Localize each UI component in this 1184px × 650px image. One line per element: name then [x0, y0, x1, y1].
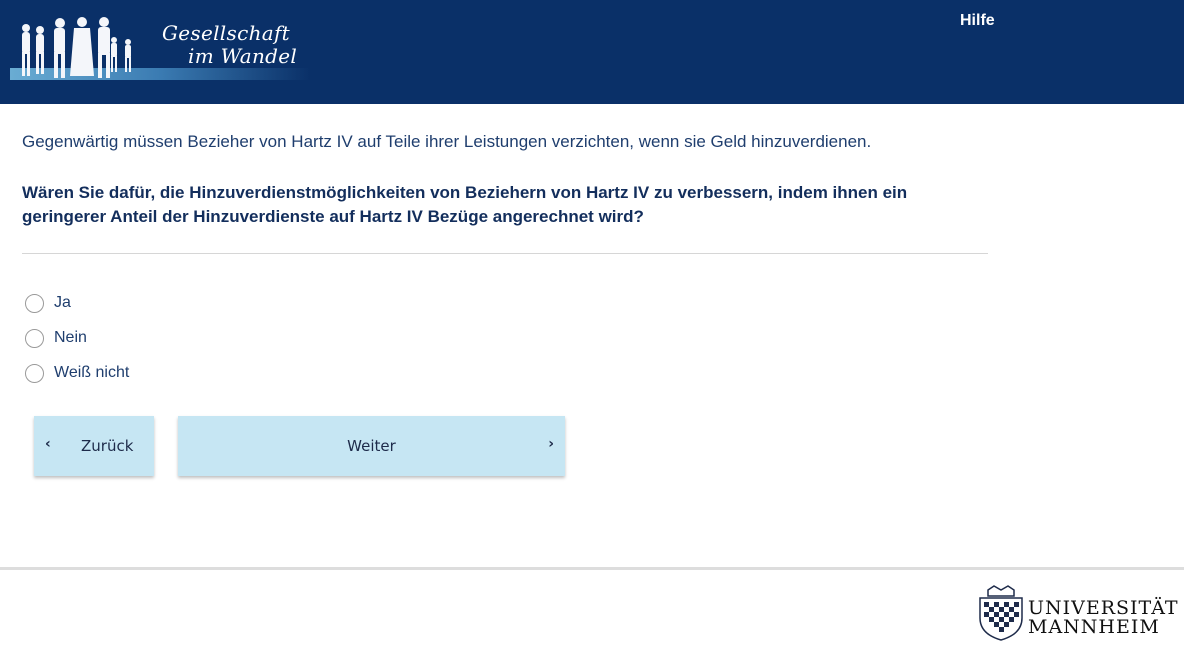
university-mannheim-logo: UNIVERSITÄT MANNHEIM [976, 584, 1181, 644]
answer-option-ja[interactable]: Ja [25, 292, 71, 314]
header-bar: Gesellschaft im Wandel Hilfe [0, 0, 1184, 104]
logo-title-line1: Gesellschaft [162, 21, 291, 45]
footer-divider [0, 567, 1184, 570]
next-button-label: Weiter [347, 437, 396, 455]
back-button[interactable]: ‹ Zurück [34, 416, 154, 476]
logo-title-line2: im Wandel [188, 44, 298, 68]
answer-option-weiss-nicht[interactable]: Weiß nicht [25, 362, 129, 384]
gesellschaft-im-wandel-logo: Gesellschaft im Wandel [10, 10, 310, 92]
radio-button[interactable] [25, 293, 44, 313]
answer-option-label: Nein [54, 329, 87, 346]
question-text: Wären Sie dafür, die Hinzuverdienstmögli… [22, 183, 908, 226]
radio-button[interactable] [25, 363, 44, 383]
university-crest-icon [979, 585, 1023, 641]
question-intro-text: Gegenwärtig müssen Bezieher von Hartz IV… [22, 132, 872, 151]
chevron-right-icon: › [548, 436, 554, 452]
back-button-label: Zurück [81, 437, 134, 455]
answer-option-label: Ja [54, 294, 71, 311]
next-button[interactable]: Weiter › [178, 416, 565, 476]
answer-option-label: Weiß nicht [54, 364, 130, 381]
help-link[interactable]: Hilfe [960, 12, 995, 30]
divider [22, 253, 988, 254]
answer-option-nein[interactable]: Nein [25, 327, 87, 349]
university-name-line2: MANNHEIM [1028, 616, 1160, 638]
chevron-left-icon: ‹ [45, 436, 51, 452]
radio-button[interactable] [25, 328, 44, 348]
